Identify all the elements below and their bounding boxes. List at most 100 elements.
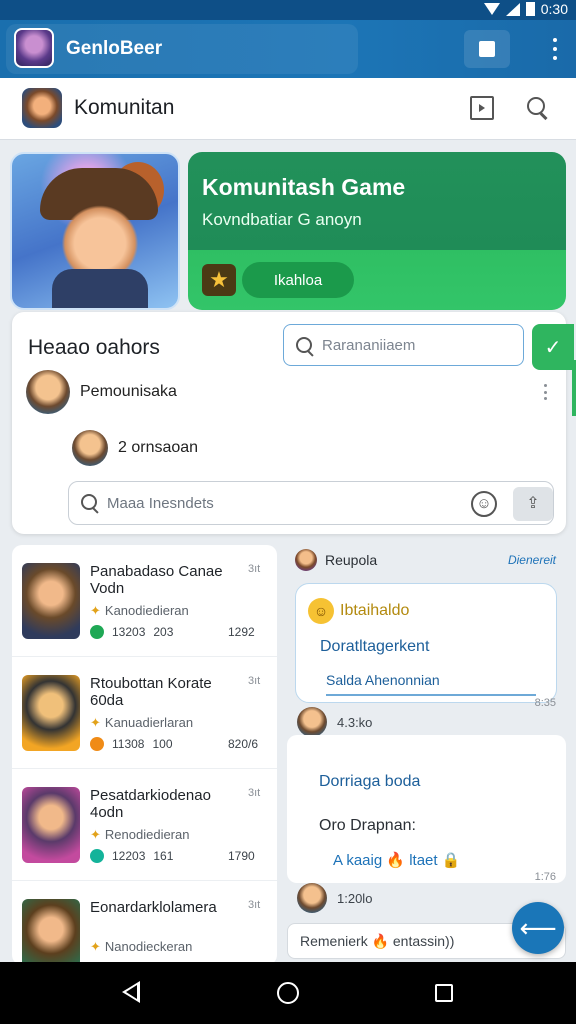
- member-row[interactable]: Pemounisaka: [26, 370, 177, 414]
- member-avatar: [72, 430, 108, 466]
- message-time: 8:35: [534, 697, 556, 709]
- game-list: Panabadaso Canae Vodn 3ıt ✦ Kanodiedieran…: [12, 545, 277, 965]
- hero-banner: Komunitash Game Kovndbatiar G anoyn ★ Ik…: [188, 152, 566, 310]
- back-icon[interactable]: [120, 981, 140, 1003]
- recents-icon[interactable]: [435, 984, 453, 1002]
- community-title: Heaao oahors: [28, 336, 160, 359]
- status-dot-icon: [90, 625, 104, 639]
- status-bar: 0:30: [0, 0, 576, 20]
- community-avatar: [22, 88, 62, 128]
- game-stats: 11308 100: [90, 737, 173, 751]
- game-count: 3ıt: [248, 899, 261, 911]
- game-name: Panabadaso Canae Vodn: [90, 563, 223, 597]
- hero-title: Komunitash Game: [202, 174, 406, 200]
- game-count: 3ıt: [248, 563, 261, 575]
- member-name: Pemounisaka: [80, 383, 177, 400]
- message-input[interactable]: Maaa Inesndets ☺ ⇪: [68, 481, 554, 525]
- chat-avatar: [295, 549, 317, 571]
- game-date: 820/6: [228, 737, 259, 751]
- sender-time: 1:20lo: [337, 890, 373, 906]
- bubble-line: Ibtaihaldo: [340, 602, 410, 619]
- system-nav-bar: [0, 962, 576, 1024]
- game-name: Rtoubottan Korate 60da: [90, 675, 212, 709]
- overflow-menu-icon[interactable]: [552, 38, 558, 60]
- game-list-item[interactable]: Eonardarklolamera 3ıt ✦ Nanodieckeran: [12, 881, 277, 965]
- chat-panel: Reupola Dienereit ☺ Ibtaihaldo Doratltag…: [287, 545, 566, 965]
- attach-button[interactable]: ⇪: [513, 487, 553, 521]
- app-title: GenloBeer: [66, 38, 163, 59]
- game-stats: 13203 203: [90, 625, 173, 639]
- game-developer: ✦ Nanodieckeran: [90, 939, 193, 954]
- hero-subtitle: Kovndbatiar G anoyn: [202, 210, 362, 229]
- game-name: Pesatdarkiodenao 4odn: [90, 787, 211, 821]
- bubble-line: Doratltagerkent: [320, 638, 430, 655]
- signal-icon: [505, 2, 520, 16]
- bubble-line: Dorriaga boda: [319, 773, 421, 790]
- check-tab-icon[interactable]: ✓: [532, 324, 574, 370]
- bubble-link[interactable]: Salda Ahenonnian: [326, 672, 440, 688]
- game-thumbnail: [22, 563, 80, 639]
- emoji-icon[interactable]: ☺: [471, 491, 497, 517]
- message-time: 1:76: [534, 871, 556, 883]
- join-button[interactable]: Ikahloa: [242, 262, 354, 298]
- game-count: 3ıt: [248, 675, 261, 687]
- member-row[interactable]: 2 ornsaoan: [72, 430, 198, 466]
- chat-sender-row: 4.3:ko: [297, 707, 372, 737]
- game-developer: ✦ Kanuadierlaran: [90, 715, 194, 730]
- community-card: Heaao oahors Rarananiiaem ✓ Pemounisaka …: [12, 312, 574, 534]
- game-list-item[interactable]: Rtoubottan Korate 60da 3ıt ✦ Kanuadierlar…: [12, 657, 277, 769]
- member-avatar: [26, 370, 70, 414]
- star-badge-icon: ★: [202, 264, 236, 296]
- square-icon: [479, 41, 495, 57]
- wifi-icon: [483, 3, 500, 15]
- sender-time: 4.3:ko: [337, 714, 373, 730]
- play-box-icon[interactable]: [470, 96, 494, 120]
- search-placeholder: Rarananiiaem: [322, 337, 416, 354]
- chat-sender-row: 1:20lo: [297, 883, 372, 913]
- smile-emoji-icon: ☺: [308, 598, 334, 624]
- game-thumbnail: [22, 675, 80, 751]
- battery-icon: [525, 2, 535, 16]
- game-thumbnail: [22, 899, 80, 965]
- window-button[interactable]: [464, 30, 510, 68]
- hero-character-image: [10, 152, 180, 310]
- status-icons: 0:30: [483, 1, 568, 17]
- page-title: Komunitan: [74, 96, 175, 119]
- game-list-item[interactable]: Pesatdarkiodenao 4odn 3ıt ✦ Renodiedieran…: [12, 769, 277, 881]
- bubble-line: Oro Drapnan:: [319, 817, 416, 834]
- game-list-item[interactable]: Panabadaso Canae Vodn 3ıt ✦ Kanodiedieran…: [12, 545, 277, 657]
- message-placeholder: Maaa Inesndets: [107, 495, 214, 512]
- chat-message-bubble: Dorriaga boda Oro Drapnan: A kaaig 🔥 lta…: [287, 735, 566, 883]
- app-logo-icon: [14, 28, 54, 68]
- chat-title: Reupola: [325, 552, 378, 568]
- game-date: 1790: [228, 849, 255, 863]
- app-title-area[interactable]: [6, 24, 358, 74]
- bubble-line: A kaaig 🔥 ltaet 🔒: [333, 852, 461, 869]
- game-developer: ✦ Renodiedieran: [90, 827, 190, 842]
- page-header: Komunitan: [0, 78, 576, 140]
- search-icon: [81, 494, 99, 512]
- status-time: 0:30: [540, 1, 568, 17]
- search-icon: [296, 337, 314, 355]
- status-dot-icon: [90, 737, 104, 751]
- send-arrow-icon: ⟵: [519, 912, 557, 943]
- home-icon[interactable]: [277, 982, 299, 1004]
- bubble-divider: [326, 694, 536, 696]
- game-name: Eonardarklolamera: [90, 899, 217, 916]
- game-date: 1292: [228, 625, 255, 639]
- chat-header: Reupola: [295, 549, 377, 571]
- chat-input-text: Remenierk 🔥 entassin)): [300, 933, 455, 949]
- chat-header-link[interactable]: Dienereit: [508, 553, 556, 567]
- member-name: 2 ornsaoan: [118, 439, 199, 456]
- community-search-input[interactable]: Rarananiiaem: [283, 324, 524, 366]
- chat-message-bubble: ☺ Ibtaihaldo Doratltagerkent Salda Aheno…: [295, 583, 557, 703]
- member-more-icon[interactable]: [544, 384, 548, 400]
- game-developer: ✦ Kanodiedieran: [90, 603, 189, 618]
- status-dot-icon: [90, 849, 104, 863]
- game-stats: 12203 161: [90, 849, 173, 863]
- sender-avatar: [297, 707, 327, 737]
- search-icon[interactable]: [526, 96, 550, 120]
- send-fab-button[interactable]: ⟵: [512, 902, 564, 954]
- accent-strip: [572, 360, 576, 416]
- game-count: 3ıt: [248, 787, 261, 799]
